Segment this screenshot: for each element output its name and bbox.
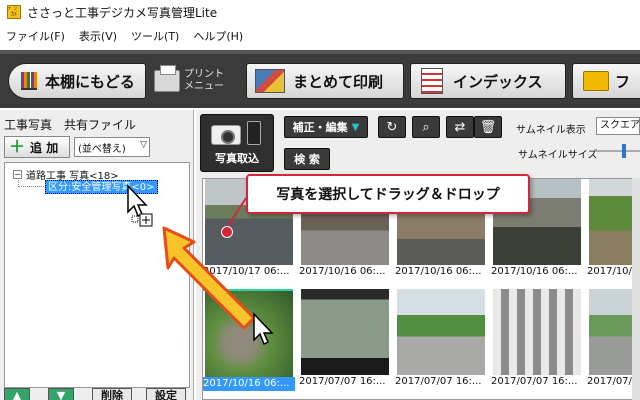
move-down-button[interactable]: ▼ [48, 388, 74, 400]
dropdown-caret-icon: ▼ [351, 121, 360, 133]
thumbnail-caption: 2017/10/16 06:... [491, 266, 578, 277]
thumbnail-caption: 2017/07/07 16:... [299, 376, 386, 387]
mouse-pointer-icon [253, 312, 274, 346]
tab-construction-photos[interactable]: 工事写真 [4, 116, 52, 133]
zoom-button[interactable]: ⌕ [412, 116, 440, 138]
right-panel: 写真取込 補正・編集 ▼ 検 索 ↻ ⌕ ⇄ 🗑 サムネイル表示 スクエア( サ… [196, 110, 640, 400]
smartphone-icon [247, 121, 261, 145]
main-toolbar: 本棚にもどる プリント メニュー まとめて印刷 インデックス フ [0, 50, 640, 108]
batch-print-label: まとめて印刷 [293, 72, 384, 91]
print-menu-button[interactable]: プリント メニュー [154, 63, 244, 99]
move-up-button[interactable]: ▲ [4, 388, 30, 400]
thumbnail-image [493, 289, 581, 375]
menu-bar: ファイル(F) 表示(V) ツール(T) ヘルプ(H) [0, 26, 640, 46]
rotate-button[interactable]: ↻ [378, 116, 406, 138]
menu-view[interactable]: 表示(V) [79, 28, 117, 44]
add-button[interactable]: ＋ 追 加 [4, 136, 70, 158]
add-label: 追 加 [30, 140, 59, 155]
menu-tools[interactable]: ツール(T) [131, 28, 179, 44]
left-tabs: 工事写真 共有ファイル [4, 116, 136, 133]
settings-button[interactable]: 設定 [146, 388, 186, 400]
index-label: インデックス [453, 72, 543, 91]
back-to-bookshelf-label: 本棚にもどる [45, 72, 135, 91]
thumbnail[interactable]: 2017/07/07 16:... [491, 289, 583, 389]
sort-select[interactable]: (並べ替え) ▽ [74, 137, 150, 157]
import-photos-label: 写真取込 [215, 152, 259, 165]
import-photos-button[interactable]: 写真取込 [200, 114, 274, 172]
printer-icon [154, 65, 180, 92]
app-icon: ﾃﾞｼﾞｶﾒ [7, 5, 21, 19]
slider-thumb[interactable] [622, 144, 626, 158]
delete-button[interactable]: 削除 [92, 388, 132, 400]
thumbnail-image [397, 289, 485, 375]
zoom-icon: ⌕ [422, 119, 430, 135]
thumbnail-size-slider[interactable] [596, 144, 640, 158]
index-sheet-icon [421, 68, 443, 94]
plus-icon: ＋ [9, 137, 26, 156]
thumbnail-caption: 2017/07/07 16:... [491, 376, 578, 387]
swap-icon: ⇄ [454, 119, 466, 135]
thumbnail-display-label: サムネイル表示 [516, 125, 586, 136]
window-title: ささっと工事デジカメ写真管理Lite [27, 5, 218, 20]
thumbnail-caption: 2017/10/16 06:... [203, 377, 295, 391]
drag-cursor-icon [127, 184, 153, 227]
sort-value: (並べ替え) [78, 143, 126, 155]
left-bottom-buttons: ▲ ▼ 削除 設定 [0, 388, 194, 400]
swap-button[interactable]: ⇄ [446, 116, 474, 138]
back-to-bookshelf-button[interactable]: 本棚にもどる [8, 63, 146, 99]
folder-button[interactable]: フ [572, 63, 640, 99]
print-menu-label-2: メニュー [184, 81, 224, 92]
print-menu-label-1: プリント [184, 69, 224, 80]
camera-icon [211, 125, 241, 145]
folder-label: フ [615, 72, 631, 91]
edit-label: 補正・編集 [292, 121, 348, 134]
thumbnail-display-select[interactable]: スクエア( [596, 117, 640, 135]
thumbnail[interactable]: 2017/07/07 16:... [299, 289, 391, 389]
tree-connector [18, 178, 44, 187]
folder-icon [583, 71, 609, 91]
thumbnail-size-label: サムネイルサイズ [518, 150, 598, 161]
menu-file[interactable]: ファイル(F) [6, 28, 65, 44]
app-window: ﾃﾞｼﾞｶﾒ ささっと工事デジカメ写真管理Lite ファイル(F) 表示(V) … [0, 0, 640, 400]
index-button[interactable]: インデックス [410, 63, 566, 99]
trash-icon: 🗑 [479, 119, 497, 135]
menu-help[interactable]: ヘルプ(H) [193, 28, 243, 44]
batch-print-button[interactable]: まとめて印刷 [246, 63, 404, 99]
thumbnail[interactable]: 2017/07/07 16:... [395, 289, 487, 389]
thumbnail-image [301, 289, 389, 375]
tab-shared-files[interactable]: 共有ファイル [64, 116, 136, 133]
instruction-callout: 写真を選択してドラッグ＆ドロップ [246, 174, 530, 214]
thumbnail-caption: 2017/10/16 06:... [395, 266, 482, 277]
thumbnail-caption: 2017/07/07 16:... [395, 376, 482, 387]
chevron-down-icon: ▽ [140, 140, 147, 150]
photo-stack-icon [255, 69, 285, 93]
rotate-icon: ↻ [386, 119, 398, 135]
drag-direction-arrow-icon [162, 226, 256, 330]
trash-button[interactable]: 🗑 [474, 116, 502, 138]
grid-scrollbar[interactable] [632, 178, 640, 400]
title-bar: ﾃﾞｼﾞｶﾒ ささっと工事デジカメ写真管理Lite [0, 0, 640, 24]
thumbnail-caption: 2017/10/16 06:... [299, 266, 386, 277]
edit-dropdown-button[interactable]: 補正・編集 ▼ [284, 116, 368, 138]
search-button[interactable]: 検 索 [284, 148, 330, 170]
bookshelf-icon [21, 72, 37, 90]
